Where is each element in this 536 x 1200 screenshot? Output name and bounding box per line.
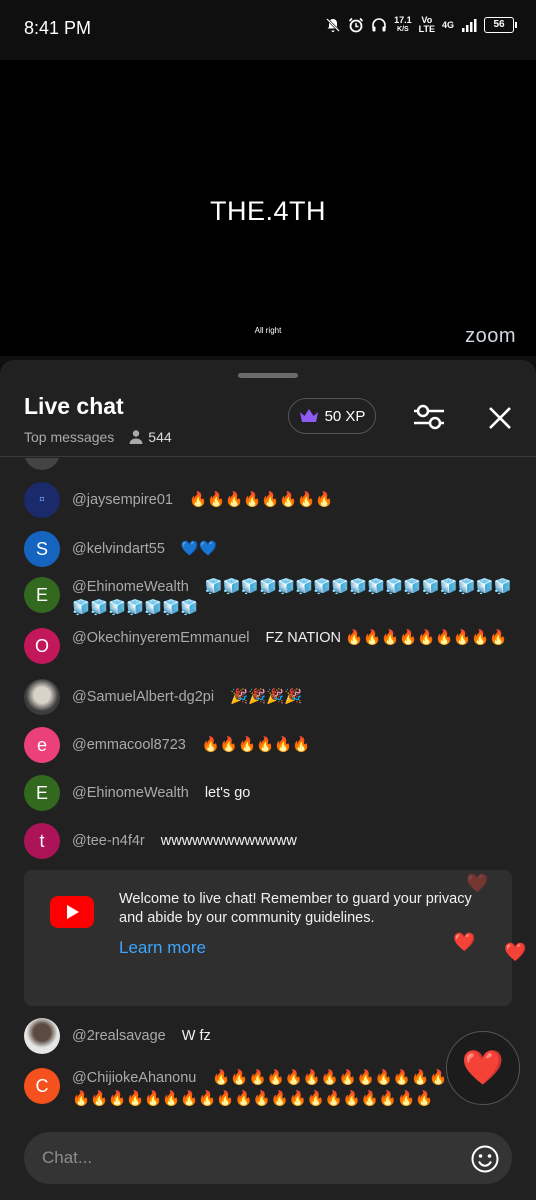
- chat-message[interactable]: E @EhinomeWealth 🧊🧊🧊🧊🧊🧊🧊🧊🧊🧊🧊🧊🧊🧊🧊🧊🧊🧊🧊🧊🧊🧊🧊🧊: [0, 577, 536, 617]
- message-author: @kelvindart55: [72, 541, 165, 557]
- avatar: E: [24, 775, 60, 811]
- chat-message[interactable]: @SamuelAlbert-dg2pi 🎉🎉🎉🎉: [0, 679, 536, 715]
- status-bar: 8:41 PM 17.1 K/S Vo LTE 4G 56: [0, 0, 536, 60]
- chat-input-bar: [0, 1112, 536, 1200]
- chat-message[interactable]: S @kelvindart55 💙💙: [0, 531, 536, 567]
- message-text: 💙💙: [180, 541, 218, 557]
- message-author: @ChijiokeAhanonu: [72, 1070, 197, 1086]
- message-author: @tee-n4f4r: [72, 833, 145, 849]
- message-text: 🔥🔥🔥🔥🔥🔥🔥🔥: [188, 492, 334, 508]
- message-text: wwwwwwwwwwwww: [160, 833, 297, 849]
- status-time: 8:41 PM: [24, 18, 92, 38]
- network-type: 4G: [441, 19, 454, 30]
- notifications-off-icon: [326, 18, 340, 32]
- person-icon: [129, 430, 143, 444]
- viewer-count-value: 544: [148, 429, 172, 445]
- welcome-banner-text: Welcome to live chat! Remember to guard …: [119, 891, 472, 926]
- filter-settings-icon[interactable]: [412, 402, 446, 432]
- viewer-count: 544: [128, 429, 172, 445]
- emoji-icon[interactable]: [470, 1144, 500, 1174]
- drag-handle[interactable]: [238, 373, 298, 378]
- learn-more-link[interactable]: Learn more: [119, 938, 206, 958]
- chat-message[interactable]: t @tee-n4f4r wwwwwwwwwwwww: [0, 823, 536, 859]
- close-icon[interactable]: [486, 404, 514, 432]
- floating-heart-icon: ❤️: [466, 873, 489, 893]
- chat-title: Live chat: [24, 393, 124, 419]
- alarm-icon: [349, 17, 364, 33]
- avatar: [24, 1018, 60, 1054]
- header-divider: [0, 456, 536, 457]
- avatar: t: [24, 823, 60, 859]
- message-author: @OkechinyeremEmmanuel: [72, 630, 250, 646]
- video-caption: All right: [254, 326, 282, 335]
- zoom-logo: zoom: [465, 325, 516, 347]
- chat-mode-label: Top messages: [24, 429, 115, 445]
- video-title-text: THE.4TH: [209, 196, 326, 226]
- message-text: let's go: [204, 785, 251, 801]
- floating-heart-icon: ❤️: [504, 942, 527, 962]
- video-player[interactable]: THE.4TH All right zoom: [0, 60, 536, 356]
- heart-reaction-button[interactable]: ❤️: [446, 1031, 520, 1105]
- xp-label: 50 XP: [324, 407, 366, 425]
- chat-message[interactable]: O @OkechinyeremEmmanuel FZ NATION 🔥🔥🔥🔥🔥🔥🔥…: [0, 628, 536, 668]
- message-author: @emmacool8723: [72, 737, 186, 753]
- signal-icon: [462, 19, 477, 32]
- headphones-icon: [372, 18, 386, 32]
- youtube-logo-icon: [50, 896, 94, 928]
- message-text: 🔥🔥🔥🔥🔥🔥: [201, 737, 311, 753]
- message-text: W fz: [181, 1028, 211, 1044]
- xp-badge-button[interactable]: 50 XP: [288, 398, 376, 434]
- floating-heart-icon: ❤️: [453, 932, 476, 952]
- chat-message[interactable]: e @emmacool8723 🔥🔥🔥🔥🔥🔥: [0, 727, 536, 763]
- message-text: FZ NATION 🔥🔥🔥🔥🔥🔥🔥🔥🔥: [265, 630, 508, 646]
- message-text: 🎉🎉🎉🎉: [230, 689, 303, 705]
- avatar: S: [24, 531, 60, 567]
- avatar: E: [24, 577, 60, 613]
- welcome-banner: Welcome to live chat! Remember to guard …: [24, 870, 512, 1006]
- message-author: @2realsavage: [72, 1028, 166, 1044]
- message-author: @jaysempire01: [72, 492, 173, 508]
- crown-icon: [299, 409, 318, 422]
- avatar: ◘: [24, 482, 60, 518]
- chat-message[interactable]: E @EhinomeWealth let's go: [0, 775, 536, 811]
- chat-message[interactable]: ◘ @jaysempire01 🔥🔥🔥🔥🔥🔥🔥🔥: [0, 482, 536, 518]
- volte-indicator: Vo LTE: [418, 15, 435, 34]
- avatar: [24, 679, 60, 715]
- battery-indicator: 56: [484, 17, 517, 33]
- list-item-partial: [0, 458, 536, 470]
- status-icons: 17.1 K/S Vo LTE 4G 56: [325, 15, 517, 34]
- message-author: @EhinomeWealth: [72, 785, 189, 801]
- avatar: O: [24, 628, 60, 664]
- network-speed: 17.1 K/S: [394, 15, 412, 34]
- avatar: e: [24, 727, 60, 763]
- avatar: [24, 458, 60, 470]
- message-author: @SamuelAlbert-dg2pi: [72, 689, 215, 705]
- avatar: C: [24, 1068, 60, 1104]
- chat-mode-selector[interactable]: Top messages 544: [24, 429, 172, 445]
- heart-icon: ❤️: [461, 1049, 505, 1087]
- chat-input[interactable]: [24, 1132, 512, 1184]
- message-author: @EhinomeWealth: [72, 579, 189, 595]
